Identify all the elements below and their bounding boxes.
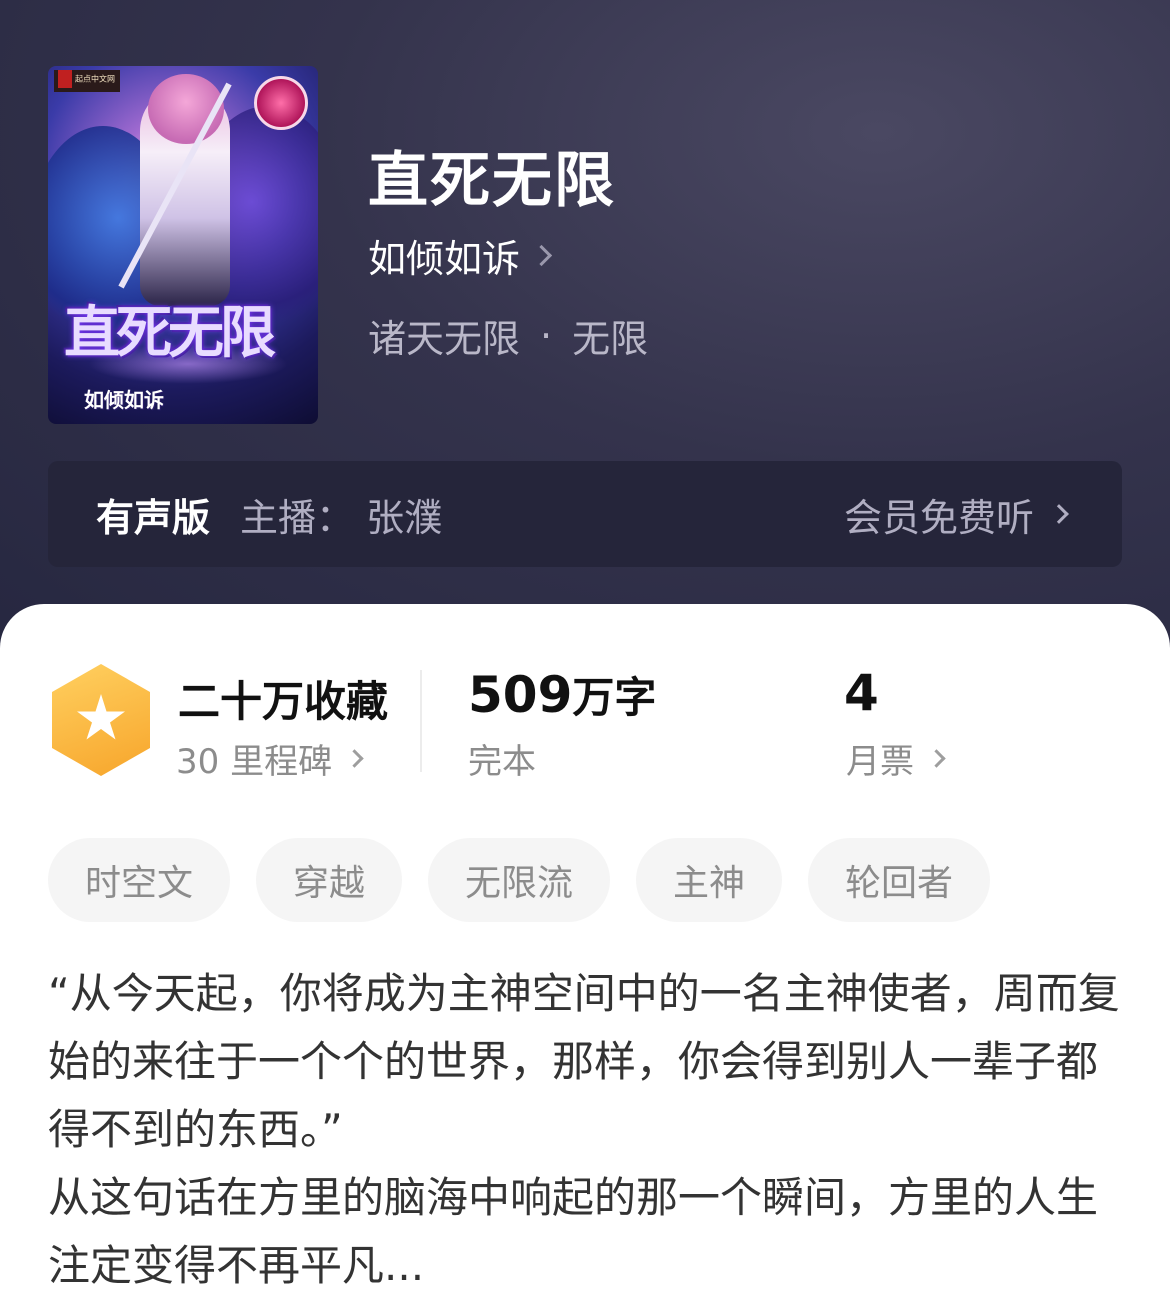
author-link[interactable]: 如倾如诉 [368,228,553,283]
chevron-right-icon [530,244,553,267]
publisher-logo: 起点中文网 [54,70,120,92]
audio-version-bar[interactable]: 有声版 主播： 张濮 会员免费听 [48,461,1122,567]
book-description[interactable]: “从今天起，你将成为主神空间中的一名主神使者，周而复始的来往于一个个的世界，那样… [48,960,1128,1300]
host-label: 主播： [240,495,355,540]
monthly-ticket-label: 月票 [846,742,914,782]
chevron-right-icon [345,749,364,768]
category-primary[interactable]: 诸天无限 [368,308,520,363]
host-name: 张濮 [366,495,443,540]
description-paragraph: 从这句话在方里的脑海中响起的那一个瞬间，方里的人生注定变得不再平凡... [48,1173,1099,1290]
audio-host: 主播： 张濮 [240,487,442,542]
tag-list: 时空文 穿越 无限流 主神 轮回者 [48,838,1016,922]
tag-chip[interactable]: 主神 [636,838,782,922]
separator-dot: · [540,313,553,358]
book-title: 直死无限 [368,146,616,216]
author-name: 如倾如诉 [368,237,521,281]
cover-art-orb [254,76,308,130]
book-cover[interactable]: 起点中文网 直死无限 如倾如诉 [48,66,318,424]
member-free-listen-button[interactable]: 会员免费听 [843,487,1069,542]
chevron-right-icon [1049,504,1069,524]
tag-chip[interactable]: 穿越 [256,838,402,922]
tag-chip[interactable]: 无限流 [428,838,610,922]
description-paragraph: “从今天起，你将成为主神空间中的一名主神使者，周而复始的来往于一个个的世界，那样… [48,969,1120,1154]
cover-author-art: 如倾如诉 [84,388,164,412]
tag-chip[interactable]: 轮回者 [808,838,990,922]
monthly-ticket-count: 4 [844,664,879,722]
collection-badge-icon [52,664,150,776]
tag-chip[interactable]: 时空文 [48,838,230,922]
cover-title-art: 直死无限 [64,300,276,366]
chevron-right-icon [927,749,946,768]
book-category: 诸天无限 · 无限 [368,308,648,363]
word-count: 509万字 [468,664,656,725]
completion-status: 完本 [468,742,536,782]
word-count-number: 509 [468,666,573,724]
member-free-listen-label: 会员免费听 [843,495,1034,540]
milestone-link[interactable]: 30 里程碑 [176,734,364,783]
audio-version-label: 有声版 [96,495,211,540]
stat-divider [420,670,422,772]
monthly-ticket-link[interactable]: 月票 [846,734,946,783]
word-count-unit: 万字 [572,673,657,722]
category-secondary[interactable]: 无限 [572,308,648,363]
milestone-label: 30 里程碑 [176,742,333,782]
collection-count: 二十万收藏 [178,677,389,726]
